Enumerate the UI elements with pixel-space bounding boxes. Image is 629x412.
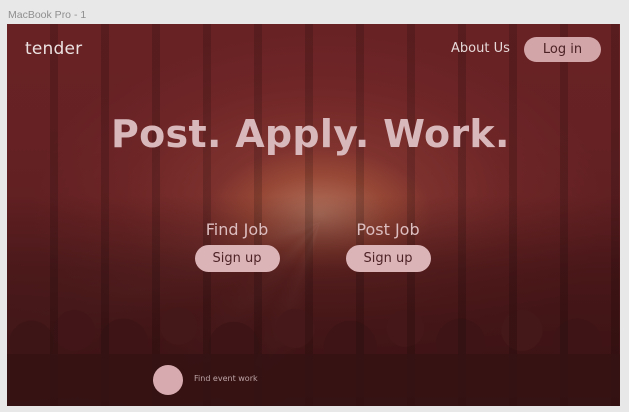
post-job-signup-button[interactable]: Sign up bbox=[345, 245, 431, 272]
circle-icon bbox=[153, 365, 183, 395]
hero-headline: Post. Apply. Work. bbox=[111, 112, 510, 156]
post-job-title: Post Job bbox=[356, 220, 420, 239]
logo[interactable]: tender bbox=[25, 39, 82, 59]
find-job-section: Find Job Sign up bbox=[181, 220, 293, 272]
find-job-title: Find Job bbox=[205, 220, 269, 239]
artboard: tender About Us Log in Post. Apply. Work… bbox=[7, 24, 620, 406]
find-job-signup-button[interactable]: Sign up bbox=[194, 245, 280, 272]
footer-tagline: Find event work bbox=[194, 374, 258, 383]
login-button[interactable]: Log in bbox=[524, 37, 601, 62]
frame-label: MacBook Pro - 1 bbox=[8, 9, 87, 21]
post-job-section: Post Job Sign up bbox=[332, 220, 444, 272]
nav-about-link[interactable]: About Us bbox=[451, 41, 510, 56]
footer: Find event work bbox=[7, 354, 620, 406]
